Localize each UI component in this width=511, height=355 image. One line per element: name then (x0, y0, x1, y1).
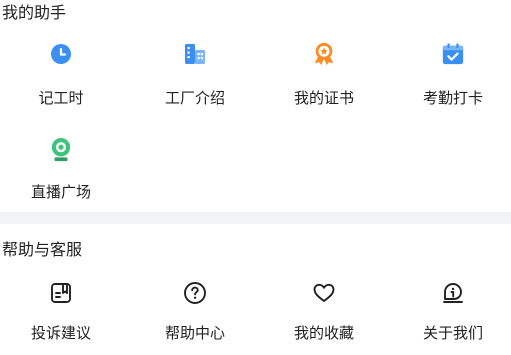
factory-intro-label: 工厂介绍 (164, 89, 225, 107)
clock-icon (49, 42, 73, 66)
work-hours-label: 记工时 (38, 89, 84, 107)
live-square-item[interactable]: 直播广场 (0, 138, 125, 202)
attendance-item[interactable]: 考勤打卡 (389, 42, 511, 108)
heart-icon (312, 281, 336, 305)
work-hours-item[interactable]: 记工时 (0, 42, 125, 108)
about-us-label: 关于我们 (422, 324, 483, 342)
my-assistant-title: 我的助手 (2, 3, 67, 22)
complaint-icon (49, 281, 73, 305)
section-divider (0, 212, 511, 224)
help-center-item[interactable]: 帮助中心 (131, 281, 259, 343)
certificate-icon (312, 42, 336, 66)
certificate-item[interactable]: 我的证书 (260, 42, 388, 108)
help-icon (183, 281, 207, 305)
favorites-label: 我的收藏 (293, 324, 354, 342)
calendar-check-icon (441, 42, 465, 66)
about-icon (441, 281, 465, 305)
attendance-label: 考勤打卡 (422, 89, 483, 107)
help-service-title: 帮助与客服 (2, 240, 83, 259)
factory-intro-item[interactable]: 工厂介绍 (131, 42, 259, 108)
complaint-item[interactable]: 投诉建议 (0, 281, 125, 343)
favorites-item[interactable]: 我的收藏 (260, 281, 388, 343)
certificate-label: 我的证书 (293, 89, 354, 107)
complaint-label: 投诉建议 (30, 324, 91, 342)
webcam-icon (49, 138, 73, 162)
about-us-item[interactable]: 关于我们 (389, 281, 511, 343)
building-icon (183, 42, 207, 66)
help-center-label: 帮助中心 (164, 324, 225, 342)
live-square-label: 直播广场 (30, 183, 91, 201)
